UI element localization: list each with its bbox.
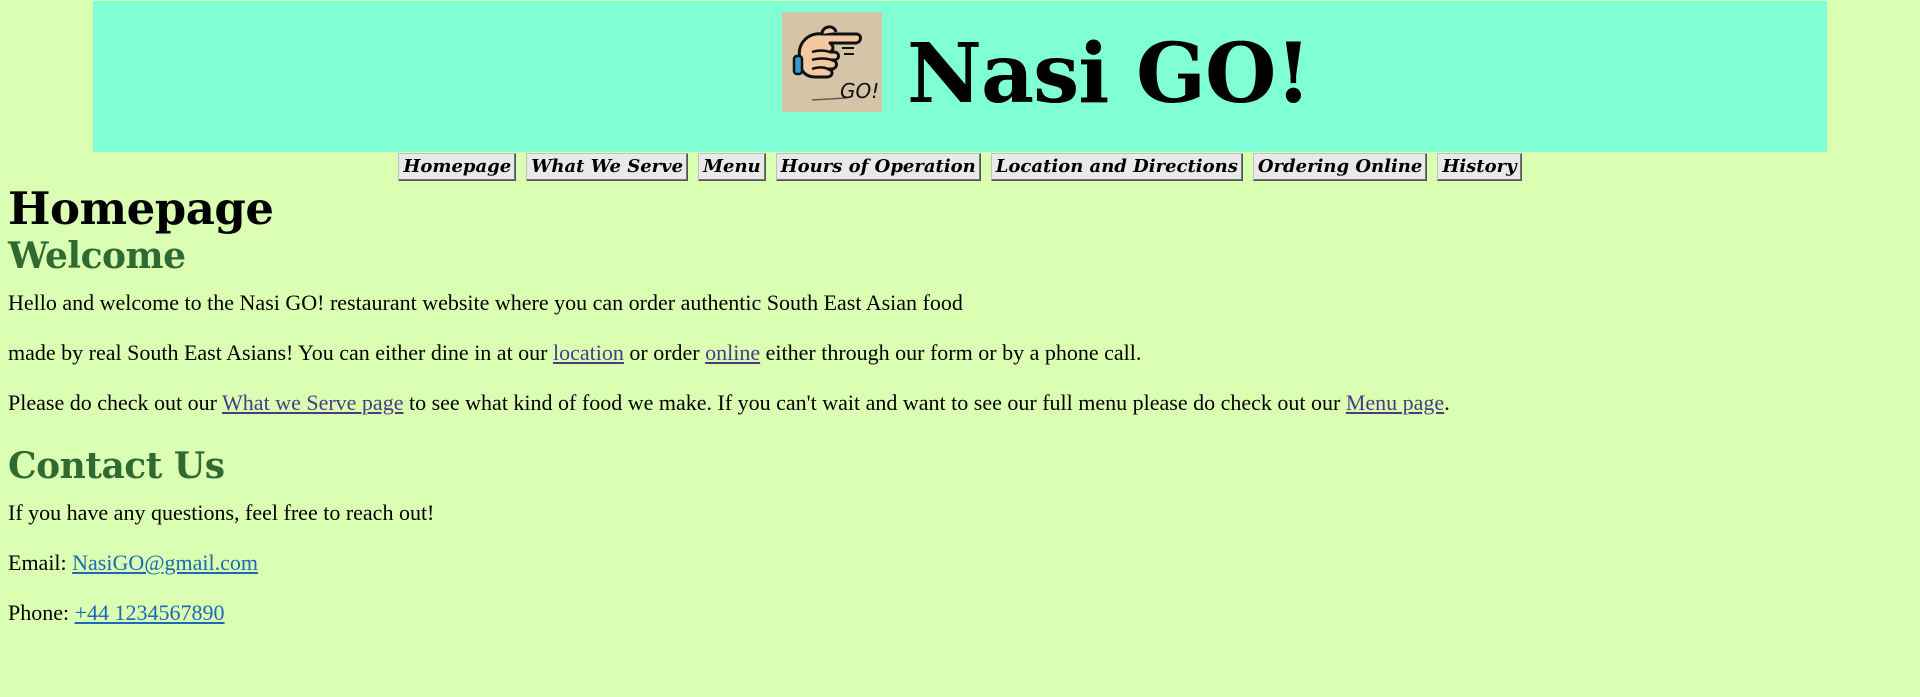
welcome-paragraph-3: Please do check out our What we Serve pa… [8,378,1908,428]
welcome-paragraph-3-text: to see what kind of food we make. If you… [403,390,1346,415]
main-nav: Homepage What We Serve Menu Hours of Ope… [0,153,1920,181]
page-title: Homepage [8,182,274,235]
email-label: Email: [8,550,73,575]
pointing-hand-icon: GO! [782,12,882,112]
welcome-heading: Welcome [8,235,186,277]
nav-location-button[interactable]: Location and Directions [990,153,1243,181]
welcome-paragraph-2-text: either through our form or by a phone ca… [760,340,1142,365]
contact-intro: If you have any questions, feel free to … [8,500,435,525]
welcome-paragraph-1: Hello and welcome to the Nasi GO! restau… [8,290,963,315]
what-we-serve-link[interactable]: What we Serve page [222,390,403,415]
contact-heading: Contact Us [8,445,225,487]
welcome-paragraph-2-text: made by real South East Asians! You can … [8,340,554,365]
phone-link[interactable]: +44 1234567890 [75,600,225,625]
menu-page-link[interactable]: Menu page [1346,390,1444,415]
welcome-paragraph-3-text: Please do check out our [8,390,223,415]
welcome-paragraph-2: made by real South East Asians! You can … [8,328,1908,378]
contact-email-row: Email: NasiGO@gmail.com [8,538,1908,588]
nav-history-button[interactable]: History [1437,153,1522,181]
welcome-paragraph-2-text: or order [623,340,706,365]
nav-hours-button[interactable]: Hours of Operation [775,153,981,181]
online-link[interactable]: online [705,340,760,365]
location-link[interactable]: location [553,340,624,365]
main-content: Homepage Welcome Hello and welcome to th… [8,184,1908,638]
email-link[interactable]: NasiGO@gmail.com [72,550,258,575]
nav-homepage-button[interactable]: Homepage [398,153,517,181]
welcome-paragraph-3-text: . [1444,390,1450,415]
nav-what-we-serve-button[interactable]: What We Serve [526,153,689,181]
site-title: Nasi GO! [907,26,1311,122]
contact-phone-row: Phone: +44 1234567890 [8,588,1908,638]
logo-image: GO! [782,12,882,112]
nav-ordering-online-button[interactable]: Ordering Online [1252,153,1428,181]
phone-label: Phone: [8,600,75,625]
logo-go-text: GO! [840,79,879,103]
header-banner: GO! Nasi GO! [93,1,1827,152]
nav-menu-button[interactable]: Menu [698,153,766,181]
